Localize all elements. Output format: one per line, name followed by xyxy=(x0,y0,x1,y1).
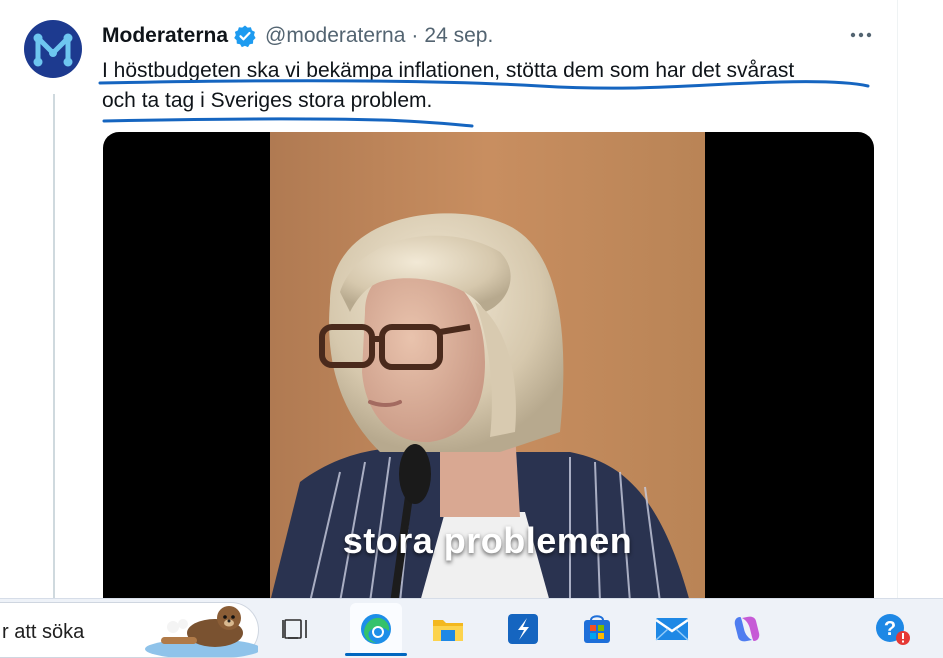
task-view-icon xyxy=(282,619,307,639)
separator: · xyxy=(411,24,419,47)
task-view-button[interactable] xyxy=(269,603,321,655)
otter-search-highlight-icon xyxy=(145,606,258,657)
copilot-button[interactable] xyxy=(721,603,773,655)
file-explorer-button[interactable] xyxy=(422,603,474,655)
app-taskbar-button[interactable] xyxy=(497,603,549,655)
microsoft-store-icon xyxy=(584,615,610,643)
mail-button[interactable] xyxy=(646,603,698,655)
author-handle[interactable]: @moderaterna xyxy=(265,24,405,48)
active-app-indicator xyxy=(345,653,407,656)
tweet-text-line-2: och ta tag i Sveriges stora problem. xyxy=(102,89,433,112)
svg-text:?: ? xyxy=(884,618,896,640)
column-divider xyxy=(897,0,898,598)
app-icon xyxy=(508,614,538,644)
author-name[interactable]: Moderaterna xyxy=(102,24,228,48)
tweet-text: I höstbudgeten ska vi bekämpa inflatione… xyxy=(102,56,892,116)
tweet-header: Moderaterna @moderaterna · 24 sep. xyxy=(102,22,493,50)
video-caption: stora problemen xyxy=(342,520,633,561)
edge-taskbar-button[interactable] xyxy=(350,603,402,655)
thread-line xyxy=(53,94,55,599)
mail-icon xyxy=(655,618,689,641)
tweet-text-line-1: I höstbudgeten ska vi bekämpa inflatione… xyxy=(102,59,795,82)
verified-badge-icon xyxy=(233,24,257,48)
file-explorer-icon xyxy=(433,620,463,641)
more-icon xyxy=(850,32,872,38)
avatar[interactable] xyxy=(24,20,82,78)
taskbar-search-box[interactable]: r att söka xyxy=(0,602,259,658)
taskbar: r att söka ? xyxy=(0,598,943,658)
microsoft-store-button[interactable] xyxy=(571,603,623,655)
edge-icon xyxy=(361,614,391,644)
more-options-button[interactable] xyxy=(846,20,876,50)
copilot-icon xyxy=(734,616,760,642)
search-placeholder: r att söka xyxy=(2,621,85,643)
help-icon: ? xyxy=(876,614,910,645)
tweet-date[interactable]: 24 sep. xyxy=(424,24,493,48)
help-button[interactable]: ? xyxy=(866,603,918,655)
tweet-video[interactable]: stora problemen xyxy=(103,132,874,602)
moderaterna-logo-icon xyxy=(33,33,73,67)
